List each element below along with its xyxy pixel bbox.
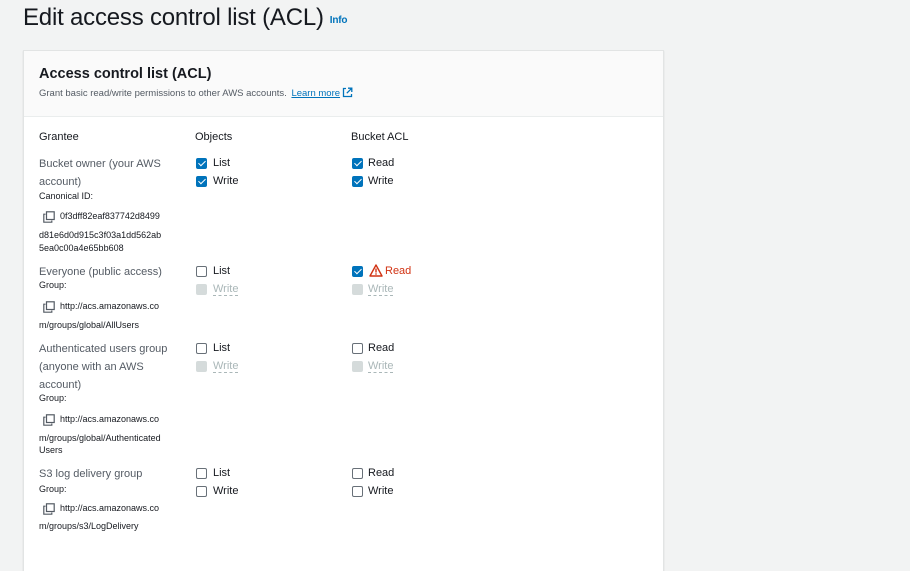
group-uri-line: http://acs.amazonaws.co — [60, 301, 160, 311]
objects-list-checkbox[interactable] — [196, 343, 207, 354]
grantee-name: Authenticated users group (anyone with a… — [39, 340, 167, 394]
copy-icon[interactable] — [43, 503, 55, 515]
page-title: Edit access control list (ACL) Info — [23, 4, 347, 32]
grantee-name-line: Bucket owner (your AWS — [39, 158, 161, 170]
copy-icon[interactable] — [43, 301, 55, 313]
acl-read-checkbox[interactable] — [352, 468, 363, 479]
canonical-id-line: 5ea0c00a4e65bb608 — [39, 243, 124, 253]
objects-write-checkbox — [196, 284, 207, 295]
warning-icon — [369, 264, 383, 277]
acl-read-checkbox[interactable] — [352, 343, 363, 354]
objects-list-label: List — [213, 265, 231, 277]
acl-read-checkbox[interactable] — [352, 266, 363, 277]
copy-icon[interactable] — [43, 211, 55, 223]
group-uri-line: m/groups/global/AllUsers — [39, 320, 140, 330]
acl-write-label: Write — [368, 360, 394, 373]
external-link-icon[interactable] — [342, 87, 353, 98]
panel-description-text: Grant basic read/write permissions to ot… — [39, 88, 287, 99]
objects-list-checkbox[interactable] — [196, 468, 207, 479]
objects-list-label: List — [213, 342, 231, 354]
acl-read-label: Read — [368, 342, 395, 354]
grantee-name: Bucket owner (your AWS account) — [39, 155, 161, 191]
group-uri-line: Users — [39, 445, 63, 455]
objects-write-checkbox[interactable] — [196, 486, 207, 497]
grantee-name: S3 log delivery group — [39, 468, 143, 480]
panel-title: Access control list (ACL) — [39, 66, 212, 82]
canonical-id-label: Canonical ID: — [39, 191, 94, 201]
acl-write-label: Write — [368, 485, 394, 497]
acl-write-checkbox — [352, 361, 363, 372]
group-uri-line: http://acs.amazonaws.co — [60, 503, 160, 513]
group-uri-line: m/groups/s3/LogDelivery — [39, 521, 139, 531]
canonical-id-line: d81e6d0d915c3f03a1dd562ab — [39, 230, 162, 240]
acl-write-label: Write — [368, 283, 394, 296]
copy-icon[interactable] — [43, 414, 55, 426]
grantee-name-line: account) — [39, 379, 82, 391]
canonical-id-line: 0f3dff82eaf837742d8499 — [60, 211, 160, 221]
panel-header: Access control list (ACL) Grant basic re… — [24, 51, 663, 117]
acl-write-checkbox[interactable] — [352, 176, 363, 187]
acl-read-label: Read — [368, 157, 395, 169]
column-header-bucket-acl: Bucket ACL — [351, 131, 409, 143]
objects-list-label: List — [213, 467, 231, 479]
objects-write-label: Write — [213, 360, 239, 373]
grantee-name-line: (anyone with an AWS — [39, 361, 144, 373]
objects-write-label: Write — [213, 283, 239, 296]
acl-read-label: Read — [385, 265, 412, 277]
objects-list-label: List — [213, 157, 231, 169]
group-uri-line: m/groups/global/Authenticated — [39, 433, 161, 443]
group-uri-line: http://acs.amazonaws.co — [60, 414, 160, 424]
objects-write-label: Write — [213, 175, 239, 187]
grantee-name-line: Authenticated users group — [39, 343, 168, 355]
info-link[interactable]: Info — [330, 15, 348, 26]
panel-description: Grant basic read/write permissions to ot… — [39, 87, 353, 99]
objects-list-checkbox[interactable] — [196, 266, 207, 277]
acl-read-checkbox[interactable] — [352, 158, 363, 169]
objects-write-checkbox[interactable] — [196, 176, 207, 187]
grantee-name-line: account) — [39, 176, 82, 188]
acl-write-label: Write — [368, 175, 394, 187]
acl-write-checkbox[interactable] — [352, 486, 363, 497]
acl-read-label: Read — [368, 467, 395, 479]
group-label: Group: — [39, 393, 67, 403]
objects-list-checkbox[interactable] — [196, 158, 207, 169]
acl-write-checkbox — [352, 284, 363, 295]
group-label: Group: — [39, 484, 67, 494]
objects-write-label: Write — [213, 485, 239, 497]
acl-panel: Access control list (ACL) Grant basic re… — [23, 50, 664, 571]
group-label: Group: — [39, 280, 67, 290]
grantee-name: Everyone (public access) — [39, 266, 162, 278]
page-title-text: Edit access control list (ACL) — [23, 4, 324, 31]
column-header-grantee: Grantee — [39, 131, 79, 143]
column-header-objects: Objects — [195, 131, 233, 143]
learn-more-link[interactable]: Learn more — [291, 88, 340, 99]
objects-write-checkbox — [196, 361, 207, 372]
